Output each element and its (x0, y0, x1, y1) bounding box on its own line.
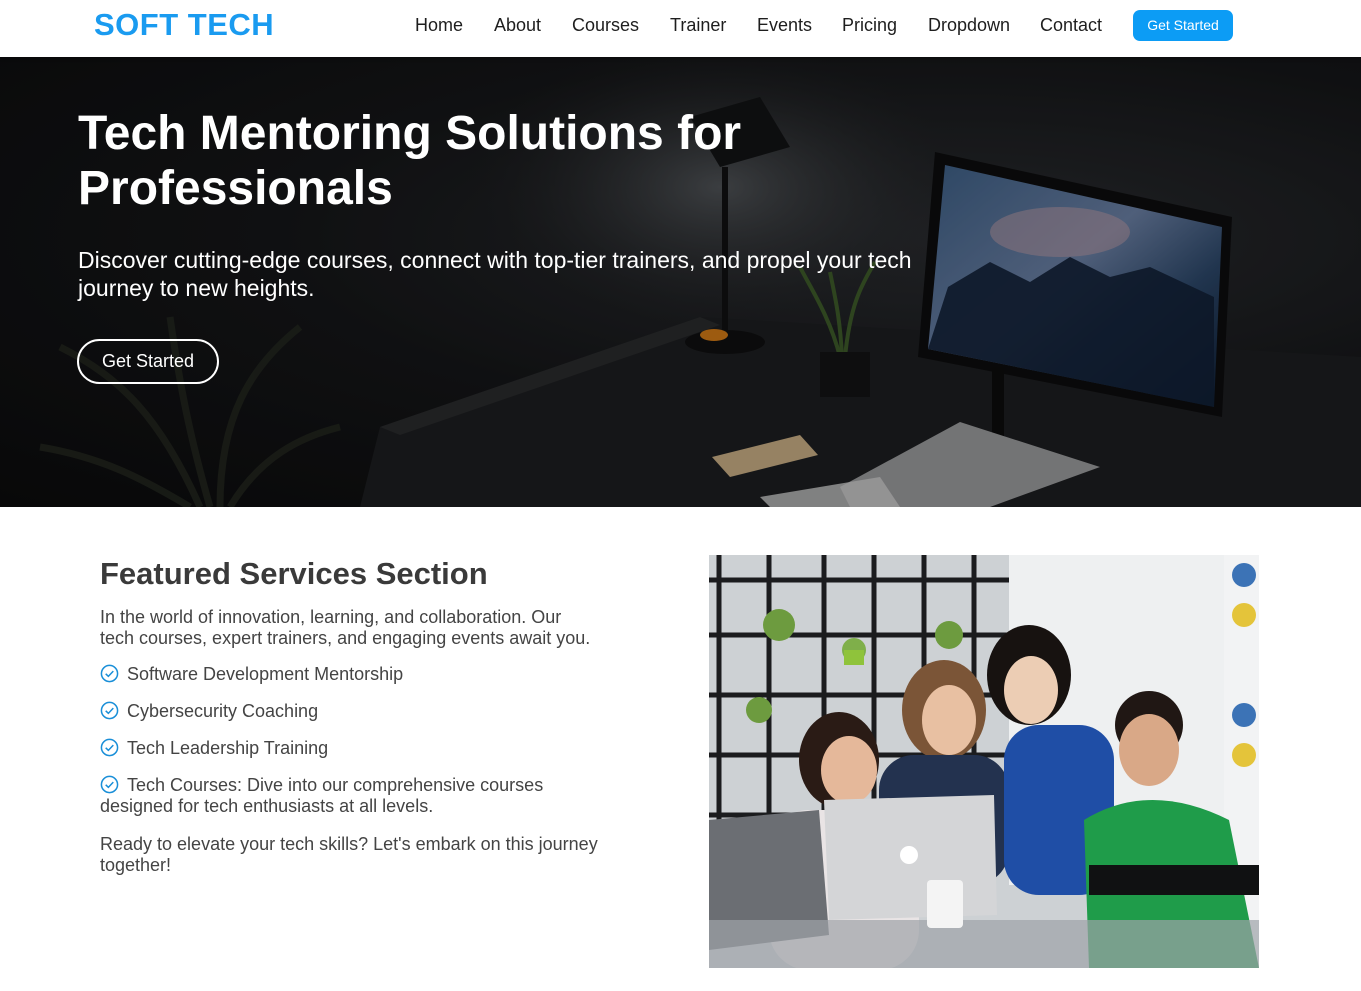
list-item: Software Development Mentorship (100, 664, 600, 685)
hero-title: Tech Mentoring Solutions for Professiona… (78, 107, 742, 215)
hero-section: Tech Mentoring Solutions for Professiona… (0, 57, 1361, 507)
site-header: SOFT TECH Home About Courses Trainer Eve… (0, 0, 1361, 57)
nav-trainer[interactable]: Trainer (670, 15, 726, 36)
list-item-text: Software Development Mentorship (127, 664, 404, 684)
featured-description: In the world of innovation, learning, an… (100, 607, 591, 648)
featured-closing: Ready to elevate your tech skills? Let's… (100, 834, 598, 875)
featured-list: Software Development Mentorship Cybersec… (100, 664, 600, 833)
check-circle-icon (100, 701, 119, 720)
check-circle-icon (100, 664, 119, 683)
nav-pricing[interactable]: Pricing (842, 15, 897, 36)
hero-subtitle: Discover cutting-edge courses, connect w… (78, 247, 912, 301)
list-item-text: Tech Leadership Training (127, 738, 329, 758)
check-circle-icon (100, 775, 119, 794)
check-circle-icon (100, 738, 119, 757)
team-photo-illustration (709, 555, 1259, 968)
nav-courses[interactable]: Courses (572, 15, 639, 36)
list-item: Tech Courses: Dive into our comprehensiv… (100, 775, 600, 817)
list-item: Tech Leadership Training (100, 738, 600, 759)
team-photo (709, 555, 1259, 968)
featured-title: Featured Services Section (100, 556, 488, 591)
get-started-hero-button[interactable]: Get Started (77, 339, 219, 384)
list-item-text: Cybersecurity Coaching (127, 701, 319, 721)
list-item: Cybersecurity Coaching (100, 701, 600, 722)
nav-about[interactable]: About (494, 15, 541, 36)
nav-dropdown[interactable]: Dropdown (928, 15, 1010, 36)
get-started-nav-button[interactable]: Get Started (1133, 10, 1233, 41)
list-item-text: Tech Courses: Dive into our comprehensiv… (100, 775, 544, 816)
nav-home[interactable]: Home (415, 15, 463, 36)
nav-events[interactable]: Events (757, 15, 812, 36)
nav-contact[interactable]: Contact (1040, 15, 1102, 36)
